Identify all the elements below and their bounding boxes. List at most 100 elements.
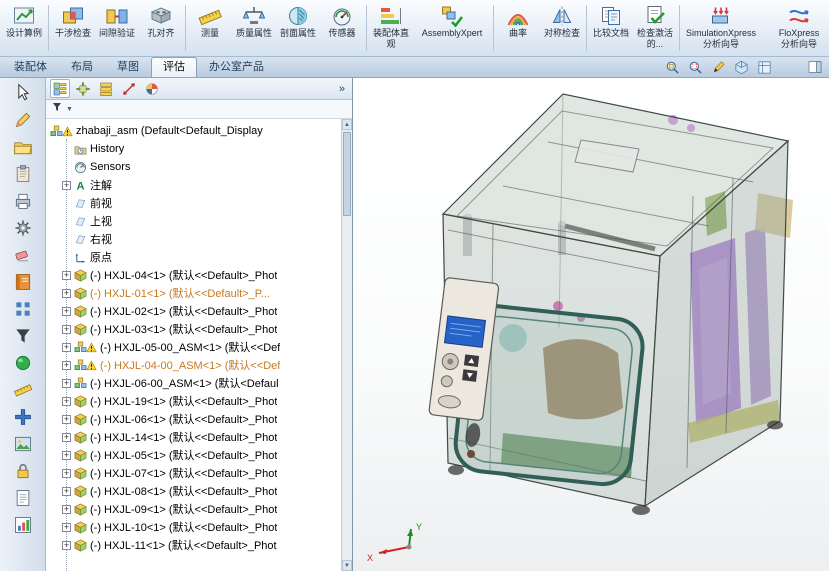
3d-model-zhabaji[interactable] bbox=[353, 78, 829, 571]
expand-toggle[interactable]: + bbox=[62, 522, 71, 532]
expand-toggle[interactable]: + bbox=[62, 468, 71, 478]
scroll-down-arrow[interactable]: ▼ bbox=[342, 560, 352, 571]
tree-item[interactable]: Sensors bbox=[46, 158, 352, 176]
display-manager-tab[interactable] bbox=[142, 79, 162, 98]
render-sphere-icon[interactable] bbox=[10, 352, 36, 374]
tree-item[interactable]: + (-) HXJL-05<1> (默认<<Default>_Phot bbox=[46, 446, 352, 464]
tree-item[interactable]: + (-) HXJL-08<1> (默认<<Default>_Phot bbox=[46, 482, 352, 500]
sketch-pencil-icon[interactable] bbox=[10, 109, 36, 131]
ribbon-button-clearance-verification[interactable]: 间隙验证 bbox=[95, 1, 139, 55]
expand-toggle[interactable]: + bbox=[62, 432, 71, 442]
tree-item[interactable]: + (-) HXJL-19<1> (默认<<Default>_Phot bbox=[46, 392, 352, 410]
scroll-up-arrow[interactable]: ▲ bbox=[342, 119, 352, 130]
tree-item[interactable]: + A 注解 bbox=[46, 176, 352, 194]
grid-pattern-icon[interactable] bbox=[10, 298, 36, 320]
view-orientation-icon[interactable] bbox=[756, 59, 772, 75]
funnel-icon[interactable] bbox=[10, 325, 36, 347]
tree-item[interactable]: + (-) HXJL-04-00_ASM<1> (默认<<Def bbox=[46, 356, 352, 374]
expand-toggle[interactable]: + bbox=[62, 288, 71, 298]
tab-评估[interactable]: 评估 bbox=[151, 57, 197, 77]
tree-item[interactable]: 上视 bbox=[46, 212, 352, 230]
ribbon-button-interference-detection[interactable]: 干涉检查 bbox=[51, 1, 95, 55]
open-folder-icon[interactable] bbox=[10, 136, 36, 158]
ribbon-button-check-active-document[interactable]: 检查激活的... bbox=[633, 1, 677, 55]
tree-item[interactable]: + (-) HXJL-01<1> (默认<<Default>_P... bbox=[46, 284, 352, 302]
ribbon-button-curvature[interactable]: 曲率 bbox=[496, 1, 540, 55]
tree-item[interactable]: + (-) HXJL-14<1> (默认<<Default>_Phot bbox=[46, 428, 352, 446]
display-style-icon[interactable] bbox=[733, 59, 749, 75]
bar-chart-icon[interactable] bbox=[10, 514, 36, 536]
tab-草图[interactable]: 草图 bbox=[105, 57, 151, 77]
tree-item[interactable]: + (-) HXJL-10<1> (默认<<Default>_Phot bbox=[46, 518, 352, 536]
expand-toggle[interactable]: + bbox=[62, 360, 71, 370]
view-settings-icon[interactable] bbox=[710, 59, 726, 75]
ribbon-button-assembly-visualization[interactable]: 装配体直观 bbox=[369, 1, 413, 55]
tree-item[interactable]: + (-) HXJL-05-00_ASM<1> (默认<<Def bbox=[46, 338, 352, 356]
filter-dropdown-caret[interactable]: ▼ bbox=[66, 106, 73, 113]
ruler-icon[interactable] bbox=[10, 379, 36, 401]
expand-toggle[interactable]: + bbox=[62, 324, 71, 334]
expand-toggle[interactable]: + bbox=[62, 414, 71, 424]
ribbon-button-floxpress[interactable]: FloXpress 分析向导 bbox=[760, 1, 829, 55]
expand-toggle[interactable]: + bbox=[62, 342, 71, 352]
ribbon-button-simulationxpress[interactable]: SimulationXpress 分析向导 bbox=[682, 1, 760, 55]
clipboard-icon[interactable] bbox=[10, 163, 36, 185]
tree-item[interactable]: 原点 bbox=[46, 248, 352, 266]
eraser-icon[interactable] bbox=[10, 244, 36, 266]
tree-item[interactable]: + (-) HXJL-06<1> (默认<<Default>_Phot bbox=[46, 410, 352, 428]
note-icon[interactable] bbox=[10, 487, 36, 509]
expand-toggle[interactable]: + bbox=[62, 378, 71, 388]
ribbon-button-compare-documents[interactable]: 比较文档 bbox=[589, 1, 633, 55]
tab-办公室产品[interactable]: 办公室产品 bbox=[197, 57, 276, 77]
tree-item[interactable]: History bbox=[46, 140, 352, 158]
panel-overflow-chevron[interactable]: » bbox=[336, 83, 348, 95]
tree-item[interactable]: + (-) HXJL-04<1> (默认<<Default>_Phot bbox=[46, 266, 352, 284]
image-mountain-icon[interactable] bbox=[10, 433, 36, 455]
ribbon-button-sensors[interactable]: 传感器 bbox=[320, 1, 364, 55]
filter-funnel-icon[interactable] bbox=[51, 100, 63, 118]
tree-item[interactable]: + (-) HXJL-03<1> (默认<<Default>_Phot bbox=[46, 320, 352, 338]
expand-toggle[interactable]: + bbox=[62, 486, 71, 496]
feature-manager-tab[interactable] bbox=[50, 79, 70, 98]
ribbon-button-hole-alignment[interactable]: 孔对齐 bbox=[139, 1, 183, 55]
expand-toggle[interactable]: + bbox=[62, 450, 71, 460]
expand-toggle[interactable]: + bbox=[62, 306, 71, 316]
tree-item[interactable]: + (-) HXJL-02<1> (默认<<Default>_Phot bbox=[46, 302, 352, 320]
tree-item[interactable]: + (-) HXJL-06-00_ASM<1> (默认<Defaul bbox=[46, 374, 352, 392]
ribbon-button-assembly-xpert[interactable]: AssemblyXpert bbox=[413, 1, 491, 55]
dimxpert-tab[interactable] bbox=[119, 79, 139, 98]
zoom-to-area-icon[interactable] bbox=[687, 59, 703, 75]
tree-scrollbar[interactable]: ▲ ▼ bbox=[341, 119, 352, 571]
printer-icon[interactable] bbox=[10, 190, 36, 212]
manual-book-icon[interactable] bbox=[10, 271, 36, 293]
expand-toggle[interactable]: + bbox=[62, 396, 71, 406]
graphics-viewport[interactable]: X Y bbox=[353, 78, 829, 571]
ribbon-button-mass-properties[interactable]: 质量属性 bbox=[232, 1, 276, 55]
tree-item[interactable]: + (-) HXJL-11<1> (默认<<Default>_Phot bbox=[46, 536, 352, 554]
tree-item[interactable]: 前视 bbox=[46, 194, 352, 212]
tab-装配体[interactable]: 装配体 bbox=[2, 57, 59, 77]
add-plus-icon[interactable] bbox=[10, 406, 36, 428]
tree-root-item[interactable]: zhabaji_asm (Default<Default_Display bbox=[46, 122, 352, 140]
ribbon-button-symmetry-check[interactable]: 对称检查 bbox=[540, 1, 584, 55]
ribbon-button-section-properties[interactable]: 剖面属性 bbox=[276, 1, 320, 55]
ribbon-button-measure[interactable]: 测量 bbox=[188, 1, 232, 55]
expand-toggle[interactable]: + bbox=[62, 504, 71, 514]
select-arrow-icon[interactable] bbox=[10, 82, 36, 104]
configuration-manager-tab[interactable] bbox=[96, 79, 116, 98]
expand-toggle[interactable]: + bbox=[62, 540, 71, 550]
ribbon-button-design-study[interactable]: 设计算例 bbox=[2, 1, 46, 55]
gear-icon[interactable] bbox=[10, 217, 36, 239]
expand-toggle[interactable]: + bbox=[62, 270, 71, 280]
tree-item[interactable]: + (-) HXJL-07<1> (默认<<Default>_Phot bbox=[46, 464, 352, 482]
expand-toggle[interactable]: + bbox=[62, 180, 71, 190]
tree-item[interactable]: 右视 bbox=[46, 230, 352, 248]
tree-item[interactable]: + (-) HXJL-09<1> (默认<<Default>_Phot bbox=[46, 500, 352, 518]
property-manager-tab[interactable] bbox=[73, 79, 93, 98]
lock-icon[interactable] bbox=[10, 460, 36, 482]
zoom-to-fit-icon[interactable] bbox=[664, 59, 680, 75]
ribbon-button-label: 干涉检查 bbox=[55, 28, 92, 38]
tab-布局[interactable]: 布局 bbox=[59, 57, 105, 77]
scroll-thumb[interactable] bbox=[343, 132, 351, 216]
task-pane-icon[interactable] bbox=[807, 59, 823, 75]
